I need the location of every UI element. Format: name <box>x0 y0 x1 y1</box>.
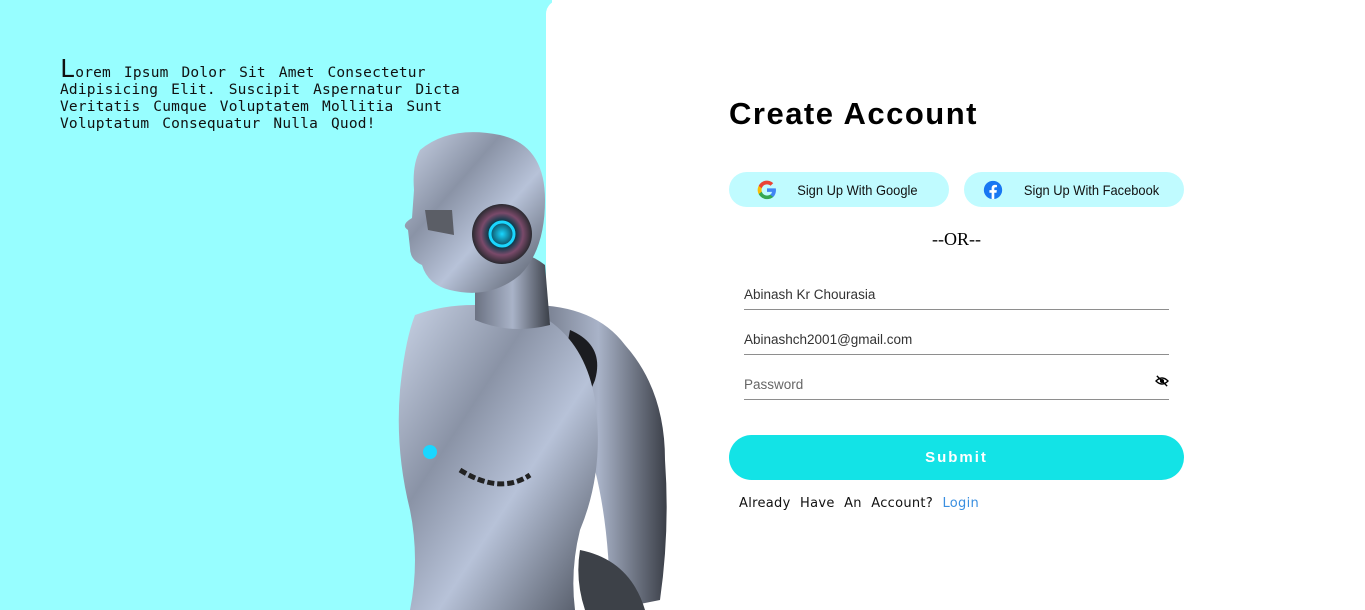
email-field-wrapper <box>744 325 1169 355</box>
login-link[interactable]: Login <box>942 496 979 511</box>
google-signup-label: Sign Up With Google <box>796 181 918 198</box>
email-input[interactable] <box>744 325 1169 353</box>
login-prompt: Already Have An Account? Login <box>739 496 979 511</box>
or-separator: --OR-- <box>932 229 981 249</box>
page-title: Create Account <box>729 96 978 131</box>
facebook-signup-button[interactable]: Sign Up With Facebook <box>964 172 1184 207</box>
password-input[interactable] <box>744 370 1169 398</box>
intro-drop-cap: L <box>60 54 76 83</box>
signup-page: Lorem Ipsum Dolor Sit Amet Consectetur A… <box>0 0 1365 610</box>
intro-text: Lorem Ipsum Dolor Sit Amet Consectetur A… <box>60 56 490 133</box>
login-prompt-text: Already Have An Account? <box>739 496 934 511</box>
intro-body: orem Ipsum Dolor Sit Amet Consectetur Ad… <box>60 65 460 132</box>
password-field-wrapper <box>744 370 1169 400</box>
eye-slash-icon[interactable] <box>1155 374 1169 387</box>
google-signup-button[interactable]: Sign Up With Google <box>729 172 949 207</box>
submit-button[interactable]: Submit <box>729 435 1184 480</box>
facebook-signup-label: Sign Up With Facebook <box>1024 181 1160 198</box>
google-icon <box>756 179 778 201</box>
name-input[interactable] <box>744 280 1169 308</box>
name-field-wrapper <box>744 280 1169 310</box>
facebook-icon <box>982 179 1004 201</box>
robot-illustration <box>398 132 667 610</box>
